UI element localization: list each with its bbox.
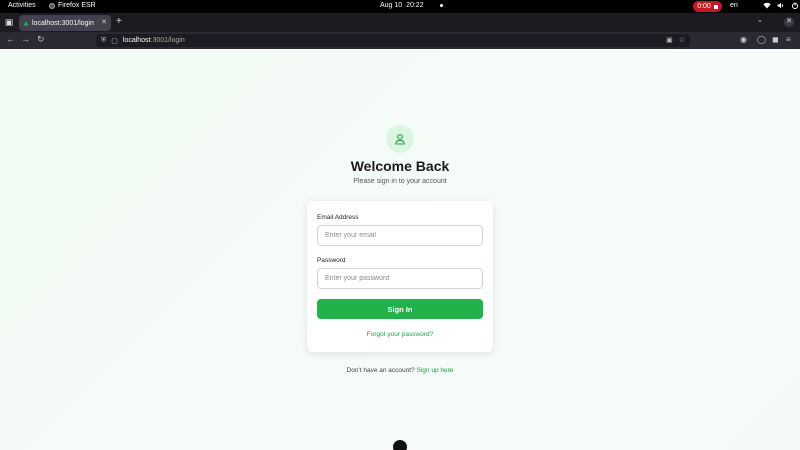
- power-icon: [791, 2, 799, 9]
- navigation-toolbar: ← → ↻ ⛨ ▢ localhost:3001/login ▣ ☆ ◉ ◯ ◼…: [0, 32, 800, 49]
- signup-prompt: Don't have an account? Sign up here: [0, 367, 800, 374]
- recording-time: 0:00: [697, 3, 711, 10]
- login-page: Welcome Back Please sign in to your acco…: [0, 49, 800, 450]
- tab-title: localhost:3001/login: [32, 19, 94, 27]
- system-top-bar: Activities Firefox ESR Aug 10 20:22 0:00…: [0, 0, 800, 13]
- app-menu[interactable]: Firefox ESR: [49, 2, 96, 9]
- window-close-icon[interactable]: ✕: [784, 17, 794, 27]
- sign-in-button[interactable]: Sign In: [317, 299, 483, 319]
- forward-arrow-icon[interactable]: →: [21, 34, 30, 44]
- avatar: [386, 125, 414, 153]
- app-name: Firefox ESR: [58, 2, 96, 9]
- email-field[interactable]: [317, 225, 483, 246]
- firefox-view-icon[interactable]: ▣: [4, 17, 14, 27]
- dev-tools-badge[interactable]: [393, 440, 407, 450]
- tab-favicon-icon: [23, 21, 29, 26]
- reload-icon[interactable]: ↻: [37, 34, 45, 45]
- stop-icon: [713, 4, 718, 9]
- password-label: Password: [317, 257, 346, 264]
- account-icon[interactable]: ◯: [757, 35, 766, 44]
- system-tray[interactable]: [763, 2, 799, 9]
- back-arrow-icon[interactable]: ←: [6, 34, 15, 44]
- bookmark-star-icon[interactable]: ☆: [679, 36, 685, 44]
- url-host: localhost: [122, 37, 151, 44]
- new-tab-icon[interactable]: +: [116, 16, 122, 27]
- extensions-icon[interactable]: ◼: [772, 35, 779, 44]
- password-field[interactable]: [317, 268, 483, 289]
- signup-prompt-text: Don't have an account?: [346, 367, 415, 374]
- forgot-password-link[interactable]: Forgot your password?: [307, 331, 493, 338]
- url-path: :3001/login: [150, 37, 185, 44]
- email-label: Email Address: [317, 214, 359, 221]
- page-subtitle: Please sign in to your account: [353, 178, 447, 185]
- page-title: Welcome Back: [350, 158, 450, 174]
- translate-icon[interactable]: ▣: [666, 36, 673, 44]
- volume-icon: [777, 2, 783, 9]
- wifi-icon: [763, 2, 771, 9]
- active-tab[interactable]: localhost:3001/login ✕: [19, 15, 111, 31]
- browser-tab-bar: ▣ localhost:3001/login ✕ + ⌄ ✕: [0, 13, 800, 32]
- language-indicator[interactable]: en: [730, 2, 738, 9]
- signup-link[interactable]: Sign up here: [417, 367, 454, 374]
- address-bar[interactable]: ⛨ ▢ localhost:3001/login ▣ ☆: [96, 34, 690, 47]
- tracking-shield-icon[interactable]: ⛨: [101, 37, 106, 45]
- activities-button[interactable]: Activities: [8, 2, 36, 9]
- firefox-icon: [49, 2, 55, 9]
- notification-dot-icon: [439, 3, 443, 7]
- menu-hamburger-icon[interactable]: ≡: [786, 35, 791, 44]
- clock-date: Aug 10: [380, 2, 403, 9]
- login-card: Email Address Password Sign In Forgot yo…: [307, 201, 493, 352]
- clock[interactable]: Aug 10 20:22: [380, 2, 443, 9]
- page-info-icon[interactable]: ▢: [111, 37, 118, 45]
- pocket-icon[interactable]: ◉: [740, 35, 747, 44]
- tab-close-icon[interactable]: ✕: [101, 18, 107, 26]
- clock-time: 20:22: [406, 2, 424, 9]
- list-tabs-chevron-icon[interactable]: ⌄: [757, 16, 763, 24]
- screen-recording-indicator[interactable]: 0:00: [693, 1, 722, 12]
- user-icon: [395, 134, 405, 145]
